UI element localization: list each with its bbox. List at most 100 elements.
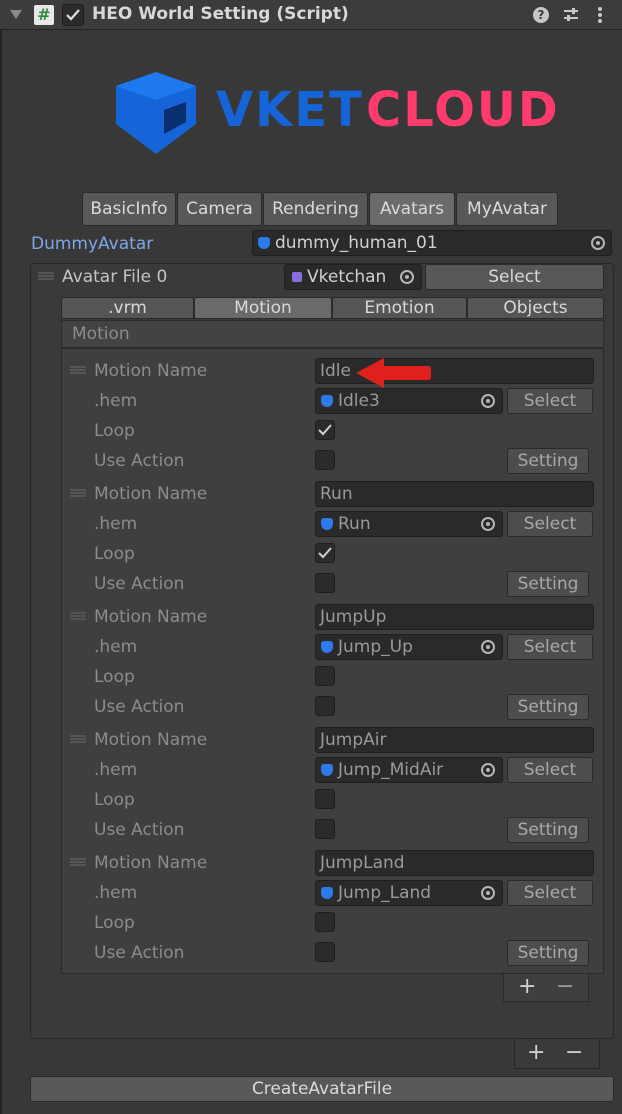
hem-value: Run — [338, 514, 371, 534]
motion-name-value: JumpAir — [320, 730, 387, 750]
help-icon[interactable]: ? — [533, 7, 549, 23]
use-action-setting-button[interactable]: Setting — [507, 940, 589, 966]
foldout-arrow-icon[interactable] — [10, 10, 22, 19]
object-picker-icon[interactable] — [481, 394, 495, 408]
motion-field-label: Use Action — [94, 574, 185, 594]
tab-rendering[interactable]: Rendering — [263, 192, 368, 226]
vket-cloud-logo: VKET CLOUD — [112, 70, 558, 156]
use-action-setting-button[interactable]: Setting — [507, 817, 589, 843]
motion-drag-handle-icon[interactable] — [70, 735, 86, 743]
hem-object-field[interactable]: Idle3 — [315, 388, 503, 414]
motion-field-label: Loop — [94, 667, 135, 687]
dummy-avatar-object-field[interactable]: dummy_human_01 — [252, 230, 612, 256]
hem-asset-icon — [321, 518, 333, 530]
motion-section-header: Motion — [61, 320, 604, 348]
motion-drag-handle-icon[interactable] — [70, 366, 86, 374]
avatar-file-value: Vketchan — [307, 267, 387, 287]
use-action-checkbox[interactable] — [315, 573, 335, 593]
loop-checkbox[interactable] — [315, 420, 335, 440]
annotation-arrow-icon — [356, 358, 431, 388]
component-title: HEO World Setting (Script) — [92, 4, 349, 24]
use-action-checkbox[interactable] — [315, 819, 335, 839]
avatar-file-label: Avatar File 0 — [62, 267, 168, 287]
drag-handle-icon[interactable] — [38, 272, 54, 280]
avatar-files-footer: + − — [514, 1039, 600, 1069]
motion-drag-handle-icon[interactable] — [70, 858, 86, 866]
more-options-icon[interactable] — [596, 6, 604, 24]
motion-name-value: JumpLand — [320, 853, 405, 873]
motion-field-label: Loop — [94, 544, 135, 564]
hem-object-field[interactable]: Jump_Land — [315, 880, 503, 906]
tab-objects[interactable]: Objects — [467, 297, 604, 319]
motion-name-input[interactable]: JumpAir — [315, 727, 594, 753]
loop-checkbox[interactable] — [315, 666, 335, 686]
hem-value: Jump_Land — [338, 883, 432, 903]
object-picker-icon[interactable] — [481, 517, 495, 531]
tab-avatars[interactable]: Avatars — [369, 192, 455, 226]
motion-field-label: Use Action — [94, 943, 185, 963]
object-picker-icon[interactable] — [481, 640, 495, 654]
motion-name-value: Idle — [320, 361, 351, 381]
use-action-checkbox[interactable] — [315, 942, 335, 962]
create-avatar-file-button[interactable]: CreateAvatarFile — [30, 1076, 614, 1102]
motion-name-input[interactable]: JumpLand — [315, 850, 594, 876]
hem-select-button[interactable]: Select — [507, 634, 593, 660]
motion-drag-handle-icon[interactable] — [70, 489, 86, 497]
enabled-checkbox[interactable] — [62, 4, 84, 26]
hem-select-button[interactable]: Select — [507, 880, 593, 906]
motion-field-label: Loop — [94, 421, 135, 441]
object-picker-icon[interactable] — [591, 236, 605, 250]
use-action-checkbox[interactable] — [315, 696, 335, 716]
logo-word-vket: VKET — [216, 82, 364, 138]
motion-field-label: Loop — [94, 913, 135, 933]
remove-avatar-file-button[interactable]: − — [565, 1042, 583, 1064]
dummy-avatar-value: dummy_human_01 — [275, 233, 438, 253]
motion-drag-handle-icon[interactable] — [70, 612, 86, 620]
tab-basicinfo[interactable]: BasicInfo — [82, 192, 176, 226]
use-action-setting-button[interactable]: Setting — [507, 694, 589, 720]
object-picker-icon[interactable] — [481, 886, 495, 900]
motion-name-value: Run — [320, 484, 353, 504]
use-action-setting-button[interactable]: Setting — [507, 571, 589, 597]
avatar-file-select-button[interactable]: Select — [425, 264, 604, 290]
logo-word-cloud: CLOUD — [366, 82, 560, 138]
motion-field-label: Motion Name — [94, 853, 208, 873]
check-icon — [318, 547, 332, 559]
hem-object-field[interactable]: Jump_MidAir — [315, 757, 503, 783]
hem-value: Idle3 — [338, 391, 380, 411]
tab-motion[interactable]: Motion — [194, 297, 332, 319]
use-action-checkbox[interactable] — [315, 450, 335, 470]
object-picker-icon[interactable] — [400, 270, 414, 284]
motion-name-input[interactable]: JumpUp — [315, 604, 594, 630]
motion-field-label: Motion Name — [94, 607, 208, 627]
add-avatar-file-button[interactable]: + — [527, 1042, 545, 1064]
hem-select-button[interactable]: Select — [507, 511, 593, 537]
motion-field-label: .hem — [94, 637, 138, 657]
hem-object-field[interactable]: Run — [315, 511, 503, 537]
hem-object-field[interactable]: Jump_Up — [315, 634, 503, 660]
tab-vrm[interactable]: .vrm — [61, 297, 194, 319]
loop-checkbox[interactable] — [315, 912, 335, 932]
hem-select-button[interactable]: Select — [507, 388, 593, 414]
tab-emotion[interactable]: Emotion — [332, 297, 467, 319]
object-picker-icon[interactable] — [481, 763, 495, 777]
tab-myavatar[interactable]: MyAvatar — [456, 192, 558, 226]
motion-name-value: JumpUp — [320, 607, 387, 627]
presets-icon[interactable] — [562, 7, 580, 23]
tab-camera[interactable]: Camera — [177, 192, 262, 226]
vket-logo-mark-icon — [116, 72, 196, 154]
motion-field-label: .hem — [94, 883, 138, 903]
hem-asset-icon — [321, 887, 333, 899]
hem-select-button[interactable]: Select — [507, 757, 593, 783]
hem-asset-icon — [321, 764, 333, 776]
add-motion-button[interactable]: + — [518, 976, 536, 998]
motion-name-input[interactable]: Run — [315, 481, 594, 507]
use-action-setting-button[interactable]: Setting — [507, 448, 589, 474]
loop-checkbox[interactable] — [315, 543, 335, 563]
hem-asset-icon — [321, 641, 333, 653]
loop-checkbox[interactable] — [315, 789, 335, 809]
check-icon — [318, 424, 332, 436]
motion-field-label: .hem — [94, 514, 138, 534]
prefab-icon — [258, 237, 270, 249]
remove-motion-button[interactable]: − — [556, 976, 574, 998]
